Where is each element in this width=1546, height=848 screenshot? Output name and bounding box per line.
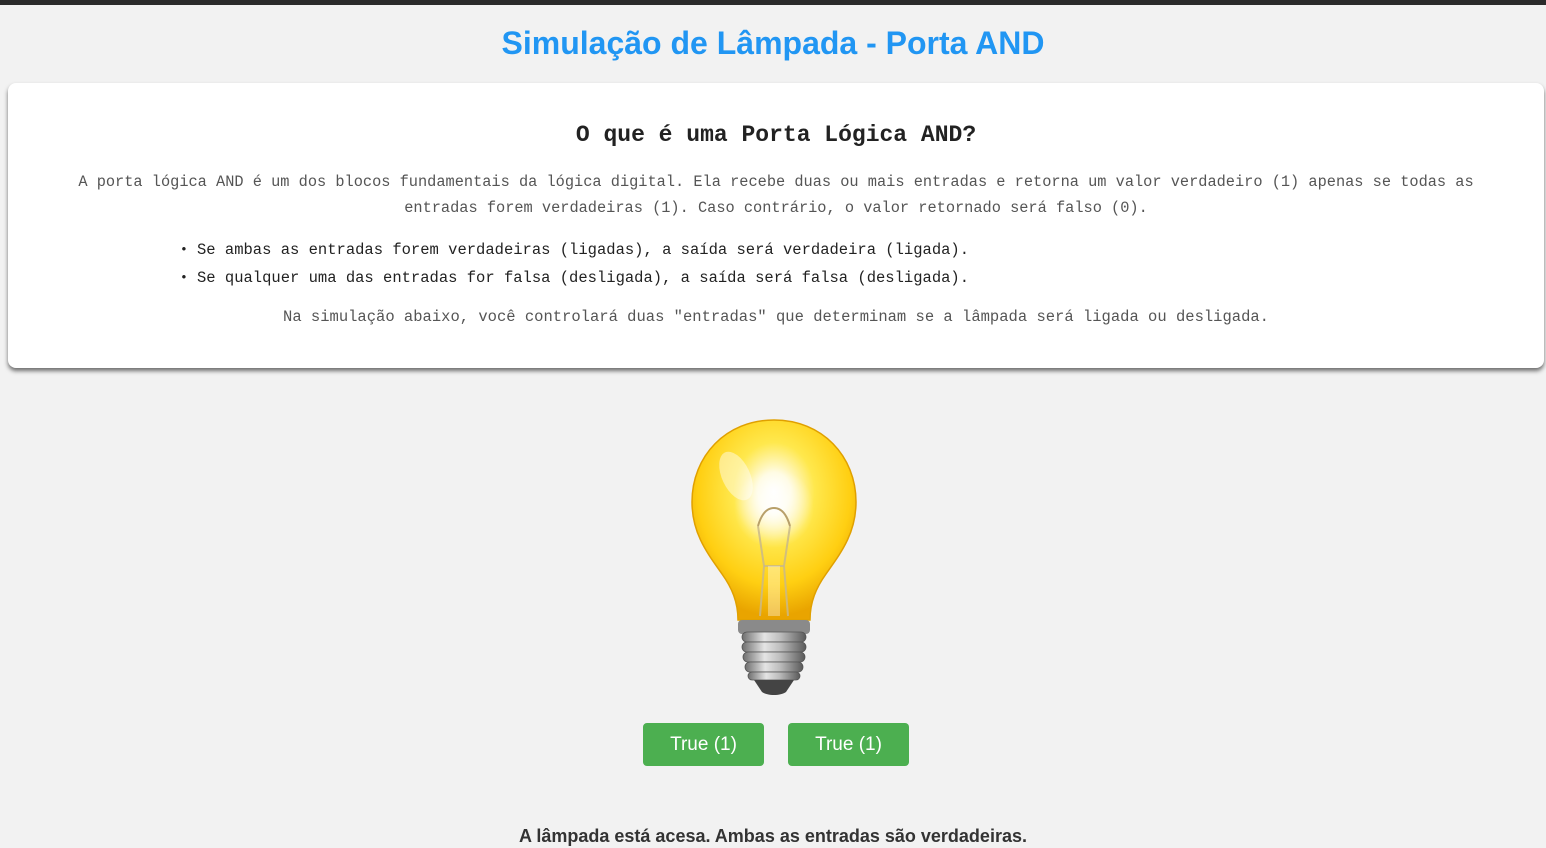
rule-text: Se ambas as entradas forem verdadeiras (…	[197, 241, 970, 259]
rule-text: Se qualquer uma das entradas for falsa (…	[197, 269, 970, 287]
rule-list: • Se ambas as entradas forem verdadeiras…	[180, 236, 970, 292]
lightbulb-on-icon	[688, 416, 860, 698]
input-a-toggle-button[interactable]: True (1)	[643, 723, 764, 766]
bullet-icon: •	[180, 270, 188, 285]
bullet-icon: •	[180, 242, 188, 257]
input-b-toggle-button[interactable]: True (1)	[788, 723, 909, 766]
page-title: Simulação de Lâmpada - Porta AND	[501, 25, 1045, 61]
info-card: O que é uma Porta Lógica AND? A porta ló…	[8, 83, 1544, 368]
rule-item: • Se qualquer uma das entradas for falsa…	[180, 264, 970, 292]
rule-item: • Se ambas as entradas forem verdadeiras…	[180, 236, 970, 264]
status-message: A lâmpada está acesa. Ambas as entradas …	[519, 826, 1027, 846]
top-border	[0, 0, 1546, 5]
info-heading: O que é uma Porta Lógica AND?	[575, 122, 977, 148]
info-paragraph: A porta lógica AND é um dos blocos funda…	[78, 173, 1474, 217]
info-note: Na simulação abaixo, você controlará dua…	[283, 308, 1269, 326]
